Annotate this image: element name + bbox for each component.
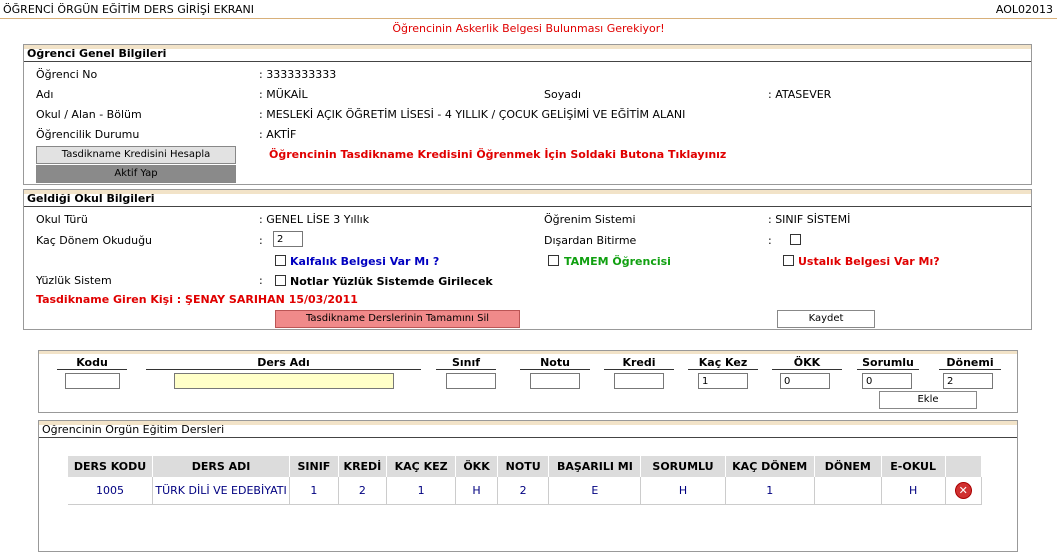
school-label: Okul / Alan - Bölüm bbox=[36, 108, 142, 121]
page-title: ÖĞRENCİ ÖRGÜN EĞİTİM DERS GİRİŞİ EKRANI bbox=[3, 3, 254, 16]
terms-colon: : bbox=[259, 234, 263, 247]
status-value: : AKTİF bbox=[259, 128, 297, 141]
student-no-label: Öğrenci No bbox=[36, 68, 98, 81]
screen-code: AOL02013 bbox=[995, 3, 1053, 16]
delete-all-button[interactable]: Tasdikname Derslerinin Tamamını Sil bbox=[275, 310, 520, 328]
external-colon: : bbox=[768, 234, 772, 247]
school-type-value: : GENEL LİSE 3 Yıllık bbox=[259, 213, 370, 226]
student-panel: Öğrenci Genel Bilgileri Öğrenci No : 333… bbox=[23, 44, 1032, 185]
courses-table-body: 1005 TÜRK DİLİ VE EDEBİYATI 1 2 1 H 2 E H 1 H ✕ bbox=[68, 477, 983, 505]
save-button[interactable]: Kaydet bbox=[777, 310, 875, 328]
table-cell: H bbox=[455, 477, 498, 505]
name-label: Adı bbox=[36, 88, 54, 101]
kodu-input[interactable] bbox=[65, 373, 120, 389]
ders-adi-input[interactable] bbox=[174, 373, 394, 389]
external-label: Dışardan Bitirme bbox=[544, 234, 637, 247]
course-col-header: E-OKUL bbox=[881, 456, 946, 477]
col-kac-kez: Kaç Kez bbox=[688, 356, 758, 370]
tamem-checkbox[interactable] bbox=[548, 255, 559, 266]
table-cell: 2 bbox=[338, 477, 388, 505]
entered-by: Tasdikname Giren Kişi : ŞENAY SARIHAN 15… bbox=[36, 293, 358, 306]
course-col-header: ÖKK bbox=[455, 456, 498, 477]
school-type-label: Okul Türü bbox=[36, 213, 88, 226]
table-cell: 1 bbox=[725, 477, 815, 505]
school-panel: Geldiği Okul Bilgileri Okul Türü : GENEL… bbox=[23, 189, 1032, 330]
table-cell: H bbox=[881, 477, 946, 505]
ustalik-checkbox[interactable] bbox=[783, 255, 794, 266]
warning-message: Öğrencinin Askerlik Belgesi Bulunması Ge… bbox=[392, 22, 665, 35]
course-col-header: DÖNEM bbox=[814, 456, 882, 477]
col-okk: ÖKK bbox=[772, 356, 842, 370]
delete-icon[interactable]: ✕ bbox=[954, 482, 972, 499]
calculate-credit-button[interactable]: Tasdikname Kredisini Hesapla bbox=[36, 146, 236, 164]
course-col-header-action bbox=[945, 456, 983, 477]
col-donemi: Dönemi bbox=[939, 356, 1001, 370]
notu-input[interactable] bbox=[530, 373, 580, 389]
course-col-header: SORUMLU bbox=[640, 456, 726, 477]
delete-cell: ✕ bbox=[945, 477, 983, 505]
title-bar: ÖĞRENCİ ÖRGÜN EĞİTİM DERS GİRİŞİ EKRANI … bbox=[0, 0, 1057, 19]
table-cell: H bbox=[640, 477, 726, 505]
table-cell: 1 bbox=[289, 477, 339, 505]
course-col-header: BAŞARILI MI bbox=[548, 456, 642, 477]
courses-table: DERS KODU DERS ADI SINIF KREDİ KAÇ KEZ ÖKK NOT… bbox=[68, 456, 983, 505]
table-cell: 2 bbox=[497, 477, 550, 505]
table-cell bbox=[814, 477, 882, 505]
course-col-header: DERS ADI bbox=[152, 456, 291, 477]
donemi-input[interactable] bbox=[943, 373, 993, 389]
table-cell: 1005 bbox=[68, 477, 154, 505]
course-col-header: DERS KODU bbox=[68, 456, 154, 477]
col-kredi: Kredi bbox=[604, 356, 674, 370]
col-sorumlu: Sorumlu bbox=[857, 356, 919, 370]
tamem-label: TAMEM Öğrencisi bbox=[564, 255, 671, 268]
courses-header-row: DERS KODU DERS ADI SINIF KREDİ KAÇ KEZ ÖKK NOT… bbox=[68, 456, 983, 477]
col-sinif: Sınıf bbox=[436, 356, 496, 370]
table-cell: E bbox=[548, 477, 642, 505]
table-cell: 1 bbox=[386, 477, 457, 505]
kredi-input[interactable] bbox=[614, 373, 664, 389]
surname-value: : ATASEVER bbox=[768, 88, 832, 101]
percent-colon: : bbox=[259, 274, 263, 287]
entry-panel-bar bbox=[39, 351, 1017, 354]
kalfalik-label: Kalfalık Belgesi Var Mı ? bbox=[290, 255, 440, 268]
credit-hint: Öğrencinin Tasdikname Kredisini Öğrenmek… bbox=[269, 148, 727, 161]
student-section-title: Öğrenci Genel Bilgileri bbox=[24, 45, 1031, 62]
course-col-header: KREDİ bbox=[338, 456, 388, 477]
course-col-header: KAÇ DÖNEM bbox=[725, 456, 815, 477]
col-ders-adi: Ders Adı bbox=[146, 356, 421, 370]
ustalik-label: Ustalık Belgesi Var Mı? bbox=[798, 255, 940, 268]
courses-section-title: Öğrencinin Örgün Eğitim Dersleri bbox=[39, 421, 1017, 438]
add-button[interactable]: Ekle bbox=[879, 391, 977, 409]
school-value: : MESLEKİ AÇIK ÖĞRETİM LİSESİ - 4 YILLIK… bbox=[259, 108, 686, 121]
col-notu: Notu bbox=[520, 356, 590, 370]
kalfalik-checkbox[interactable] bbox=[275, 255, 286, 266]
system-label: Öğrenim Sistemi bbox=[544, 213, 636, 226]
terms-label: Kaç Dönem Okuduğu bbox=[36, 234, 153, 247]
entry-panel: Kodu Ders Adı Sınıf Notu Kredi Kaç Kez Ö… bbox=[38, 350, 1018, 413]
courses-panel: Öğrencinin Örgün Eğitim Dersleri DERS KO… bbox=[38, 420, 1018, 552]
school-section-title: Geldiği Okul Bilgileri bbox=[24, 190, 1031, 207]
sinif-input[interactable] bbox=[446, 373, 496, 389]
table-cell: TÜRK DİLİ VE EDEBİYATI bbox=[152, 477, 291, 505]
okk-input[interactable] bbox=[780, 373, 830, 389]
table-row: 1005 TÜRK DİLİ VE EDEBİYATI 1 2 1 H 2 E H 1 H ✕ bbox=[68, 477, 983, 505]
percent-check-label: Notlar Yüzlük Sistemde Girilecek bbox=[290, 275, 493, 288]
course-col-header: SINIF bbox=[289, 456, 339, 477]
surname-label: Soyadı bbox=[544, 88, 582, 101]
course-col-header: KAÇ KEZ bbox=[386, 456, 457, 477]
col-kodu: Kodu bbox=[57, 356, 127, 370]
system-value: : SINIF SİSTEMİ bbox=[768, 213, 851, 226]
student-no-value: : 3333333333 bbox=[259, 68, 337, 81]
name-value: : MÜKAİL bbox=[259, 88, 308, 101]
terms-input[interactable] bbox=[273, 231, 303, 247]
course-col-header: NOTU bbox=[497, 456, 550, 477]
kac-kez-input[interactable] bbox=[698, 373, 748, 389]
sorumlu-input[interactable] bbox=[862, 373, 912, 389]
percent-checkbox[interactable] bbox=[275, 275, 286, 286]
status-label: Öğrencilik Durumu bbox=[36, 128, 140, 141]
external-checkbox[interactable] bbox=[790, 234, 801, 245]
activate-button[interactable]: Aktif Yap bbox=[36, 165, 236, 183]
percent-label: Yüzlük Sistem bbox=[36, 274, 112, 287]
